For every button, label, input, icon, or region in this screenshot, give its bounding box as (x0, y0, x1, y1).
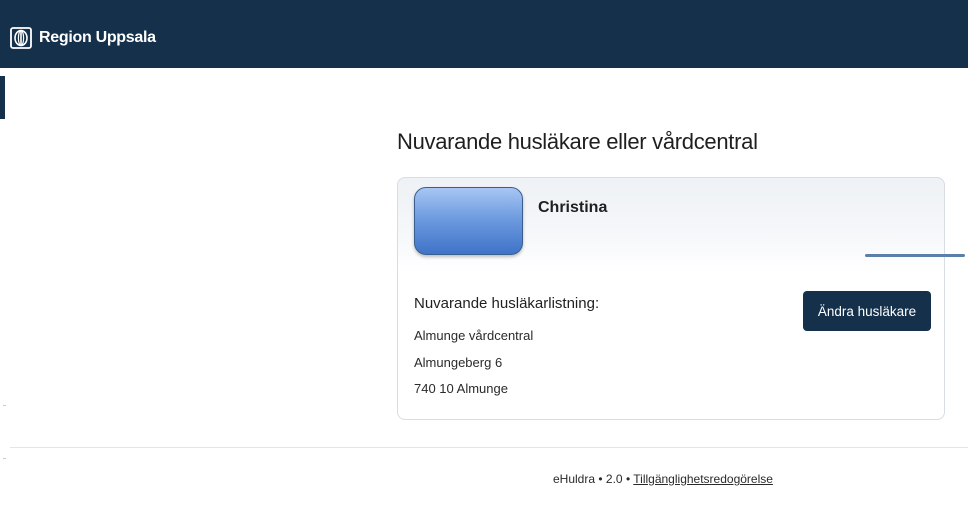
footer-separator: • (598, 472, 603, 486)
left-edge-tick (3, 458, 6, 459)
clinic-name: Almunge vårdcentral (414, 328, 534, 343)
listing-heading: Nuvarande husläkarlistning: (414, 295, 600, 312)
change-doctor-button[interactable]: Ändra husläkare (803, 291, 931, 331)
footer-separator: • (625, 472, 631, 486)
brand-name: Region Uppsala (39, 29, 156, 46)
left-edge-tick (3, 405, 6, 406)
region-uppsala-logo-icon (10, 27, 32, 49)
postal-address: 740 10 Almunge (414, 381, 508, 396)
footer-divider (10, 447, 968, 448)
brand-link[interactable]: Region Uppsala (10, 27, 156, 49)
current-doctor-card: Christina Nuvarande husläkarlistning: Al… (397, 177, 965, 420)
left-edge-marker (0, 76, 5, 119)
page-title: Nuvarande husläkare eller vårdcentral (397, 129, 758, 154)
top-navigation-bar: Region Uppsala (0, 0, 968, 68)
accessibility-statement-link[interactable]: Tillgänglighetsredogörelse (633, 472, 773, 486)
footer: eHuldra • 2.0 • Tillgänglighetsredogörel… (553, 471, 773, 487)
person-name: Christina (538, 199, 608, 216)
footer-app-name: eHuldra (553, 472, 596, 486)
footer-version: 2.0 (605, 472, 623, 486)
street-address: Almungeberg 6 (414, 355, 503, 370)
profile-image-placeholder (414, 187, 523, 255)
card-divider-line (865, 254, 965, 257)
